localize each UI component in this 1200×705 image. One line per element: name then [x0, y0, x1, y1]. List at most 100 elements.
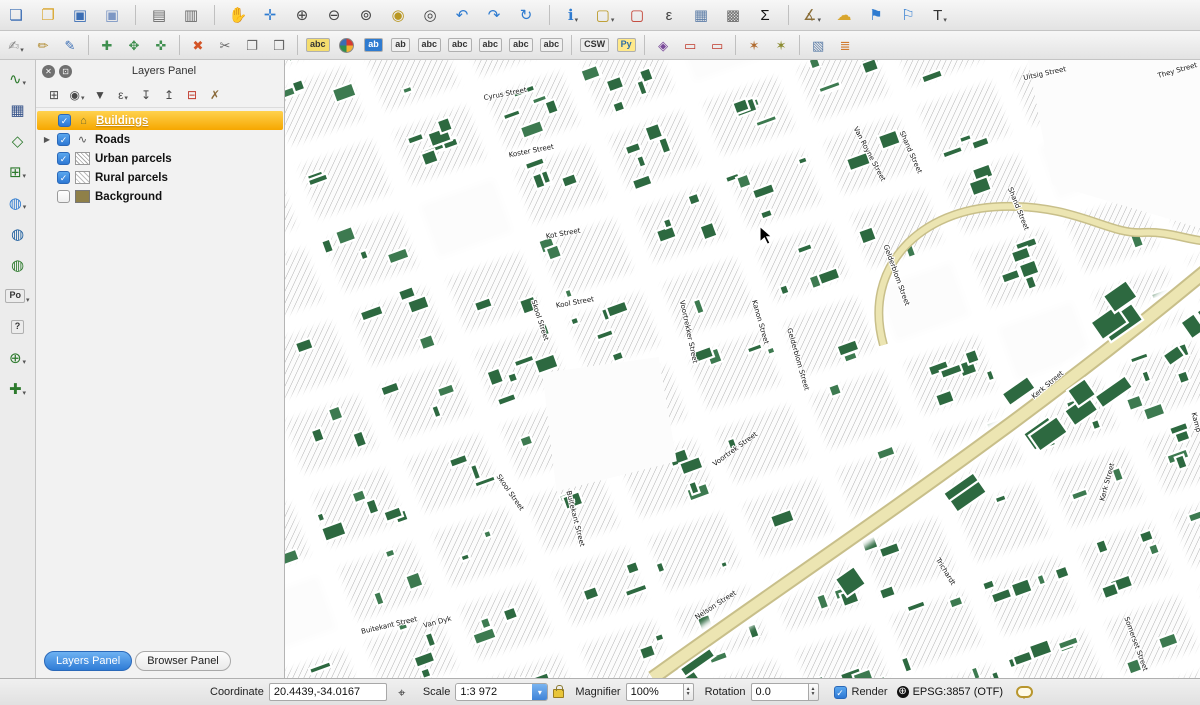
save-project-as[interactable]: ▣	[102, 3, 122, 27]
add-wfs-layer[interactable]: ◍	[8, 254, 28, 276]
rotation-spinbox[interactable]: ▲▼	[751, 683, 819, 701]
save-project[interactable]: ▣	[70, 3, 90, 27]
map-tips[interactable]: ☁	[834, 3, 854, 27]
panel-close-button[interactable]: ✕	[42, 65, 55, 78]
zoom-full[interactable]: ⊚	[356, 3, 376, 27]
deselect-features[interactable]: ▢	[627, 3, 647, 27]
expander-icon[interactable]: ▶	[42, 135, 52, 144]
composer-manager[interactable]: ▥	[181, 3, 201, 27]
move-label[interactable]: abc	[479, 33, 503, 57]
paste-features[interactable]: ❒	[269, 33, 289, 57]
zoom-to-selection[interactable]: ◉	[388, 3, 408, 27]
copy-features[interactable]: ❐	[242, 33, 262, 57]
pin-unpin-labels[interactable]: abc	[418, 33, 442, 57]
metasearch[interactable]: ▧	[808, 33, 828, 57]
select-features[interactable]: ▢▾	[595, 3, 615, 27]
layer-row-rural-parcels[interactable]: ✓Rural parcels	[36, 168, 284, 187]
delete-selected[interactable]: ✖	[188, 33, 208, 57]
clear-all[interactable]: ✗	[207, 85, 223, 105]
add-raster-layer[interactable]: ▦	[8, 99, 28, 121]
render-checkbox[interactable]: ✓	[834, 686, 847, 699]
zoom-next[interactable]: ↷	[484, 3, 504, 27]
zoom-out[interactable]: ⊖	[324, 3, 344, 27]
mouse-position-toggle[interactable]: ⌖	[392, 683, 412, 701]
show-bookmarks[interactable]: ⚐	[898, 3, 918, 27]
new-shapefile-layer[interactable]: ◇	[8, 130, 28, 152]
scale-lock-icon[interactable]	[553, 689, 564, 698]
add-delimited-text-layer[interactable]: ✚▾	[8, 378, 28, 400]
layer-checkbox-buildings[interactable]: ✓	[58, 114, 71, 127]
geometry-checker[interactable]: ◈	[653, 33, 673, 57]
highlight-labels[interactable]: ab	[391, 33, 411, 57]
change-label-properties[interactable]: abc	[540, 33, 564, 57]
new-map-composer[interactable]: ▤	[149, 3, 169, 27]
add-wms-layer[interactable]: ◍▾	[8, 192, 28, 214]
collapse-all[interactable]: ↥	[161, 85, 177, 105]
scale-input[interactable]	[456, 684, 532, 700]
magnifier-input[interactable]	[626, 683, 684, 701]
node-tool[interactable]: ✜	[151, 33, 171, 57]
current-edits[interactable]: ✍▾	[6, 33, 26, 57]
identify-features[interactable]: ℹ▾	[563, 3, 583, 27]
messages-icon[interactable]	[1016, 686, 1033, 698]
rotation-spin-buttons[interactable]: ▲▼	[809, 683, 819, 701]
text-annotation[interactable]: T▾	[930, 3, 950, 27]
layer-row-buildings[interactable]: ✓⌂Buildings	[37, 111, 283, 130]
layer-row-roads[interactable]: ▶✓∿Roads	[36, 130, 284, 149]
remove-layer[interactable]: ⊟	[184, 85, 200, 105]
spin-down-icon[interactable]: ▼	[686, 692, 691, 697]
tab-browser-panel[interactable]: Browser Panel	[135, 651, 231, 671]
magnifier-spin-buttons[interactable]: ▲▼	[684, 683, 694, 701]
offset-point-symbols[interactable]: ✶	[744, 33, 764, 57]
layer-row-urban-parcels[interactable]: ✓Urban parcels	[36, 149, 284, 168]
tab-layers-panel[interactable]: Layers Panel	[44, 651, 132, 671]
field-calculator[interactable]: ▩	[723, 3, 743, 27]
add-vector-layer[interactable]: ∿▾	[8, 68, 28, 90]
zoom-to-layer[interactable]: ◎	[420, 3, 440, 27]
rotation-input[interactable]	[751, 683, 809, 701]
layer-checkbox-background[interactable]	[57, 190, 70, 203]
save-layer-edits[interactable]: ✎	[60, 33, 80, 57]
spin-down-icon[interactable]: ▼	[811, 692, 816, 697]
layer-row-background[interactable]: Background	[36, 187, 284, 206]
topology-extent[interactable]: ▭	[680, 33, 700, 57]
zoom-in[interactable]: ⊕	[292, 3, 312, 27]
crs-button[interactable]: ⊕ EPSG:3857 (OTF)	[893, 685, 1007, 699]
add-spatialite-layer[interactable]: ⊞▾	[8, 161, 28, 183]
python-console[interactable]: Py	[616, 33, 636, 57]
new-geopackage-layer[interactable]: ⊕▾	[8, 347, 28, 369]
layer-checkbox-rural-parcels[interactable]: ✓	[57, 171, 70, 184]
coordinate-input[interactable]	[269, 683, 387, 701]
expand-all[interactable]: ↧	[138, 85, 154, 105]
open-layer-styling-dock[interactable]: ⊞	[46, 85, 62, 105]
add-postgis-layer[interactable]: Po▾	[5, 285, 29, 307]
select-by-expression[interactable]: ε	[659, 3, 679, 27]
add-feature[interactable]: ✚	[97, 33, 117, 57]
open-project[interactable]: ❐	[38, 3, 58, 27]
labeling-options[interactable]: abc	[306, 33, 330, 57]
filter-by-expression[interactable]: ε▾	[115, 85, 131, 105]
layer-checkbox-roads[interactable]: ✓	[57, 133, 70, 146]
layer-diagram-options[interactable]	[337, 33, 357, 57]
cut-features[interactable]: ✂	[215, 33, 235, 57]
open-attribute-table[interactable]: ▦	[691, 3, 711, 27]
move-feature[interactable]: ✥	[124, 33, 144, 57]
filter-legend[interactable]: ▼	[92, 85, 108, 105]
html-annotation[interactable]: ≣	[835, 33, 855, 57]
map-svg[interactable]: Cyrus StreetKoster StreetKot StreetKool …	[285, 60, 1200, 678]
pan-map[interactable]: ✋	[228, 3, 248, 27]
show-hide-labels[interactable]: abc	[448, 33, 472, 57]
statistical-summary[interactable]: Σ	[755, 3, 775, 27]
panel-float-button[interactable]: ⊡	[59, 65, 72, 78]
new-bookmark[interactable]: ⚑	[866, 3, 886, 27]
label-properties[interactable]: ab	[364, 33, 384, 57]
measure[interactable]: ∡▾	[802, 3, 822, 27]
layer-checkbox-urban-parcels[interactable]: ✓	[57, 152, 70, 165]
pan-to-selection[interactable]: ✛	[260, 3, 280, 27]
add-wcs-layer[interactable]: ◍	[8, 223, 28, 245]
topology-checker[interactable]: ▭	[707, 33, 727, 57]
map-canvas[interactable]: Cyrus StreetKoster StreetKot StreetKool …	[285, 60, 1200, 678]
new-project[interactable]: ❏	[6, 3, 26, 27]
toggle-editing[interactable]: ✏	[33, 33, 53, 57]
rotate-label[interactable]: abc	[509, 33, 533, 57]
